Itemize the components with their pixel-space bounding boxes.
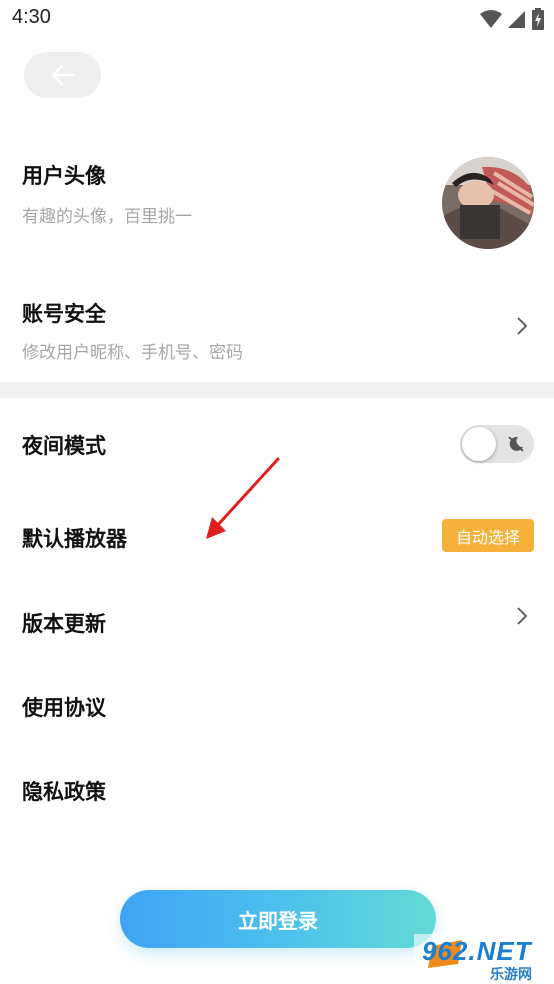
watermark-sub: 乐游网 — [490, 967, 532, 983]
annotation-arrow-icon — [206, 457, 280, 539]
night-mode-label: 夜间模式 — [22, 434, 106, 458]
watermark-brand: 962.NET — [422, 936, 532, 966]
toggle-knob — [462, 427, 496, 461]
night-mode-toggle[interactable] — [460, 425, 534, 463]
account-security-row[interactable]: 账号安全 修改用户昵称、手机号、密码 — [0, 280, 554, 380]
account-title: 账号安全 — [22, 302, 106, 326]
status-bar: 4:30 — [0, 0, 554, 38]
status-icons — [480, 8, 544, 30]
terms-row[interactable]: 使用协议 — [0, 664, 554, 748]
privacy-label: 隐私政策 — [22, 780, 106, 804]
signal-icon — [508, 11, 525, 28]
privacy-row[interactable]: 隐私政策 — [0, 748, 554, 832]
avatar-subtitle: 有趣的头像，百里挑一 — [22, 207, 192, 227]
status-time: 4:30 — [12, 6, 51, 28]
login-button[interactable]: 立即登录 — [120, 890, 436, 948]
default-player-value-badge[interactable]: 自动选择 — [442, 519, 534, 552]
back-button[interactable] — [24, 52, 101, 98]
default-player-label: 默认播放器 — [22, 527, 127, 551]
account-subtitle: 修改用户昵称、手机号、密码 — [22, 343, 243, 363]
back-arrow-icon — [51, 64, 74, 86]
battery-charging-icon — [532, 8, 544, 30]
version-update-label: 版本更新 — [22, 612, 106, 636]
avatar-title: 用户头像 — [22, 164, 106, 188]
night-mode-off-icon — [508, 436, 524, 452]
version-update-row[interactable]: 版本更新 — [0, 580, 554, 664]
avatar[interactable] — [442, 157, 534, 249]
wifi-icon — [480, 10, 502, 28]
section-divider — [0, 382, 554, 398]
chevron-right-icon — [517, 607, 528, 625]
watermark-logo: 962.NET 乐游网 — [414, 934, 554, 984]
chevron-right-icon — [517, 317, 528, 335]
terms-label: 使用协议 — [22, 696, 106, 720]
